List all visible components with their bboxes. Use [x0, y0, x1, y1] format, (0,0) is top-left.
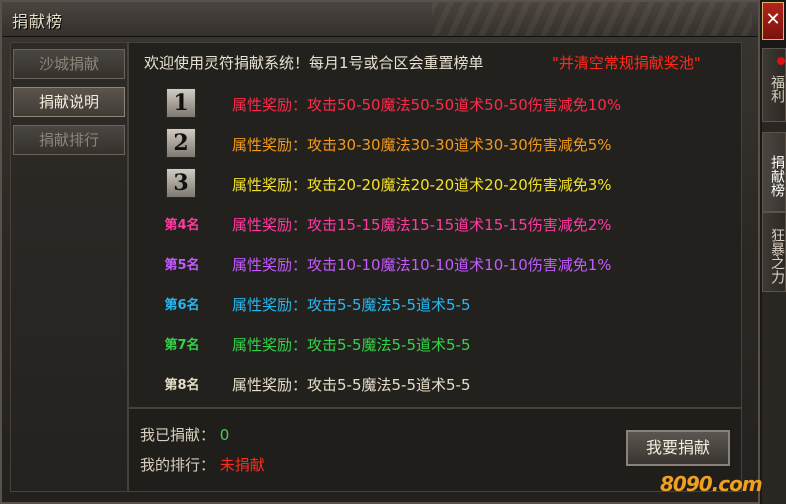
side-tab-label: 捐献榜	[769, 155, 785, 197]
side-tab-welfare[interactable]: 福利	[762, 48, 786, 122]
side-tab-strip: 福利 捐献榜 狂暴之力	[762, 48, 786, 504]
side-tab-label: 福利	[769, 75, 785, 103]
rank-row: 第5名 属性奖励：攻击10-10魔法10-10道术10-10伤害减免1%	[156, 248, 736, 280]
rank-reward-text: 属性奖励：攻击20-20魔法20-20道术20-20伤害减免3%	[232, 176, 612, 194]
rank-medal-icon: 3	[166, 168, 196, 198]
side-tab-label: 狂暴之力	[769, 228, 785, 284]
rank-row: 1 属性奖励：攻击50-50魔法50-50道术50-50伤害减免10%	[156, 88, 736, 120]
side-tab-rage[interactable]: 狂暴之力	[762, 212, 786, 292]
rank-row: 第6名 属性奖励：攻击5-5魔法5-5道术5-5	[156, 288, 736, 320]
rank-label: 第7名	[164, 338, 200, 353]
donated-value: 0	[219, 426, 230, 444]
nav-donation-info[interactable]: 捐献说明	[13, 87, 125, 117]
rank-row: 3 属性奖励：攻击20-20魔法20-20道术20-20伤害减免3%	[156, 168, 736, 200]
donated-label: 我已捐献：	[140, 426, 216, 444]
rank-row: 第8名 属性奖励：攻击5-5魔法5-5道术5-5	[156, 368, 736, 400]
rank-medal-icon: 1	[166, 88, 196, 118]
rank-row: 第7名 属性奖励：攻击5-5魔法5-5道术5-5	[156, 328, 736, 360]
my-rank-label: 我的排行：	[140, 456, 216, 474]
rank-label: 第4名	[164, 218, 200, 233]
nav-donation-ranking[interactable]: 捐献排行	[13, 125, 125, 155]
my-rank-line: 我的排行： 未捐献	[140, 454, 265, 475]
rank-label: 第8名	[164, 378, 200, 393]
notification-dot-icon	[777, 57, 785, 65]
rank-row: 2 属性奖励：攻击30-30魔法30-30道术30-30伤害减免5%	[156, 128, 736, 160]
rank-reward-text: 属性奖励：攻击30-30魔法30-30道术30-30伤害减免5%	[232, 136, 612, 154]
rank-medal-icon: 2	[166, 128, 196, 158]
site-watermark-logo: 8090.com	[660, 472, 763, 496]
rank-label: 第5名	[164, 258, 200, 273]
nav-sabak-donation[interactable]: 沙城捐献	[13, 49, 125, 79]
rank-reward-text: 属性奖励：攻击5-5魔法5-5道术5-5	[232, 296, 471, 314]
window-title: 捐献榜	[12, 12, 64, 31]
rank-reward-text: 属性奖励：攻击5-5魔法5-5道术5-5	[232, 376, 471, 394]
rank-reward-text: 属性奖励：攻击50-50魔法50-50道术50-50伤害减免10%	[232, 96, 622, 114]
title-bar[interactable]: 捐献榜	[2, 2, 758, 37]
donate-button[interactable]: 我要捐献	[626, 430, 730, 466]
rank-row: 第4名 属性奖励：攻击15-15魔法15-15道术15-15伤害减免2%	[156, 208, 736, 240]
reset-note: "并清空常规捐献奖池"	[552, 54, 701, 72]
dragon-ornament	[432, 2, 752, 36]
left-nav: 沙城捐献 捐献说明 捐献排行	[10, 42, 128, 492]
rank-reward-text: 属性奖励：攻击10-10魔法10-10道术10-10伤害减免1%	[232, 256, 612, 274]
donated-line: 我已捐献： 0	[140, 424, 229, 445]
side-tab-donation[interactable]: 捐献榜	[762, 132, 786, 212]
rank-reward-text: 属性奖励：攻击15-15魔法15-15道术15-15伤害减免2%	[232, 216, 612, 234]
close-button[interactable]: ✕	[762, 2, 784, 40]
welcome-text: 欢迎使用灵符捐献系统！每月1号或合区会重置榜单	[144, 54, 484, 72]
rank-label: 第6名	[164, 298, 200, 313]
rank-reward-text: 属性奖励：攻击5-5魔法5-5道术5-5	[232, 336, 471, 354]
my-rank-value: 未捐献	[219, 456, 265, 474]
